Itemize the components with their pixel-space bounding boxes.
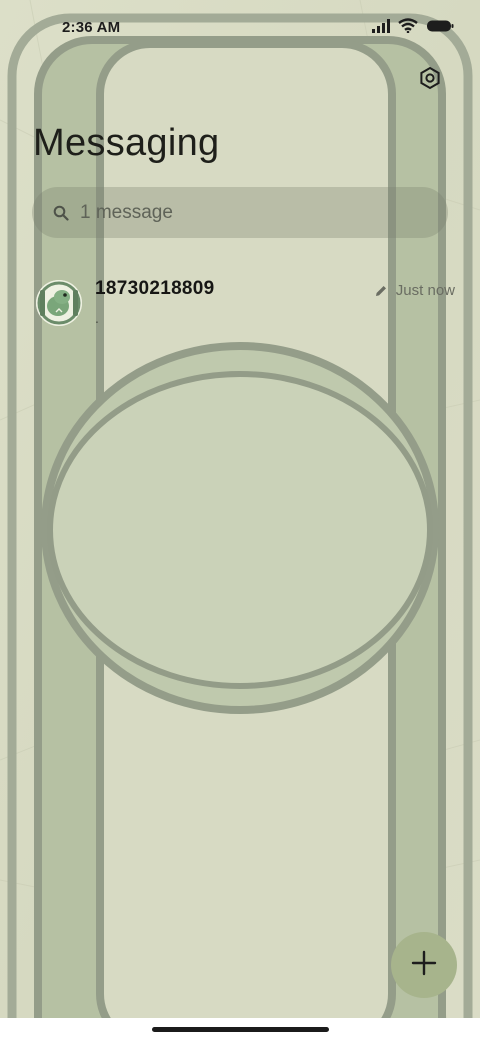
draft-pencil-icon (374, 284, 388, 298)
wifi-icon (398, 18, 418, 38)
dinosaur-avatar[interactable] (36, 280, 82, 326)
plus-icon (410, 949, 438, 982)
status-bar: 2:36 AM (0, 0, 480, 52)
timestamp: Just now (395, 282, 455, 299)
message-snippet: . (95, 310, 99, 326)
settings-button[interactable] (416, 66, 444, 94)
settings-icon (418, 66, 442, 95)
search-bar[interactable]: 1 message (32, 187, 448, 238)
search-placeholder: 1 message (80, 201, 173, 223)
page-title: Messaging (33, 122, 220, 164)
status-time: 2:36 AM (62, 19, 121, 36)
contact-name: 18730218809 (95, 278, 215, 299)
navigation-bar (0, 1018, 480, 1040)
search-icon (52, 204, 70, 222)
new-message-button[interactable] (391, 932, 457, 998)
battery-icon (426, 19, 454, 38)
signal-icon (372, 18, 390, 38)
conversation-item[interactable]: 18730218809 . Just now (0, 268, 480, 342)
status-icons (372, 18, 454, 38)
home-indicator[interactable] (152, 1027, 329, 1032)
conversation-meta: Just now (374, 282, 455, 299)
